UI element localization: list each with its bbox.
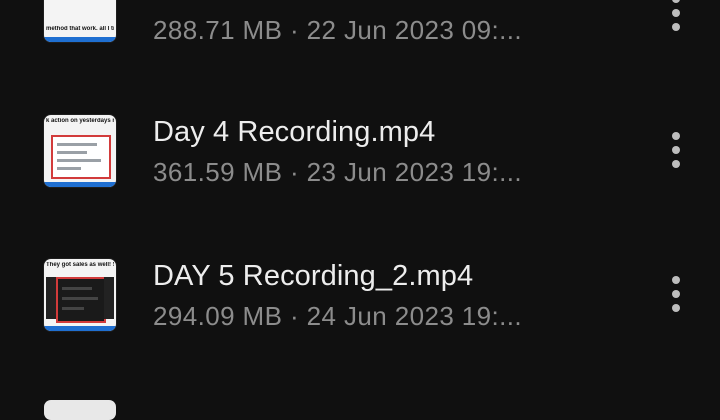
thumbnail-bar <box>57 151 87 154</box>
thumbnail-screen <box>56 277 106 323</box>
file-meta: 361.59 MB · 23 Jun 2023 19:... <box>153 157 523 187</box>
more-vert-icon[interactable] <box>668 0 684 31</box>
dot <box>672 160 680 168</box>
thumbnail-bar <box>57 167 81 170</box>
thumbnail-caption: k action on yesterdays m method, got sal… <box>46 118 114 124</box>
thumbnail-bar <box>57 159 101 162</box>
thumbnail-bar <box>57 143 97 146</box>
thumbnail-side-panel <box>104 277 114 319</box>
thumbnail-bar <box>62 307 84 310</box>
dot <box>672 276 680 284</box>
more-vert-icon[interactable] <box>668 276 684 312</box>
file-meta: 288.71 MB · 22 Jun 2023 09:... <box>153 15 523 45</box>
video-thumbnail[interactable]: k action on yesterdays m method, got sal… <box>44 115 116 187</box>
video-thumbnail[interactable]: They got sales as well! Sh <box>44 259 116 331</box>
file-row[interactable]: k action on yesterdays m method, got sal… <box>0 78 720 188</box>
thumbnail-caption: They got sales as well! Sh <box>46 262 114 268</box>
thumbnail-accent-line <box>44 326 116 331</box>
file-meta: 294.09 MB · 24 Jun 2023 19:... <box>153 301 523 331</box>
dot <box>672 146 680 154</box>
thumbnail-bar <box>62 287 92 290</box>
file-row[interactable]: method that work. all I tried 288.71 MB … <box>0 0 720 45</box>
thumbnail-accent-line <box>44 182 116 187</box>
file-name[interactable]: Day 4 Recording.mp4 <box>153 116 435 149</box>
file-list: method that work. all I tried 288.71 MB … <box>0 0 720 420</box>
dot <box>672 9 680 17</box>
thumbnail-caption: method that work. all I tried <box>46 26 114 32</box>
video-thumbnail[interactable] <box>44 400 116 420</box>
thumbnail-bar <box>62 297 98 300</box>
dot <box>672 0 680 3</box>
thumbnail-screen <box>51 135 111 179</box>
dot <box>672 132 680 140</box>
file-row[interactable]: They got sales as well! Sh DAY 5 Recordi… <box>0 222 720 332</box>
dot <box>672 304 680 312</box>
dot <box>672 23 680 31</box>
thumbnail-accent-line <box>44 37 116 42</box>
more-vert-icon[interactable] <box>668 132 684 168</box>
file-name[interactable]: DAY 5 Recording_2.mp4 <box>153 260 473 293</box>
dot <box>672 290 680 298</box>
video-thumbnail[interactable]: method that work. all I tried <box>44 0 116 42</box>
thumbnail-side-panel <box>46 277 56 319</box>
